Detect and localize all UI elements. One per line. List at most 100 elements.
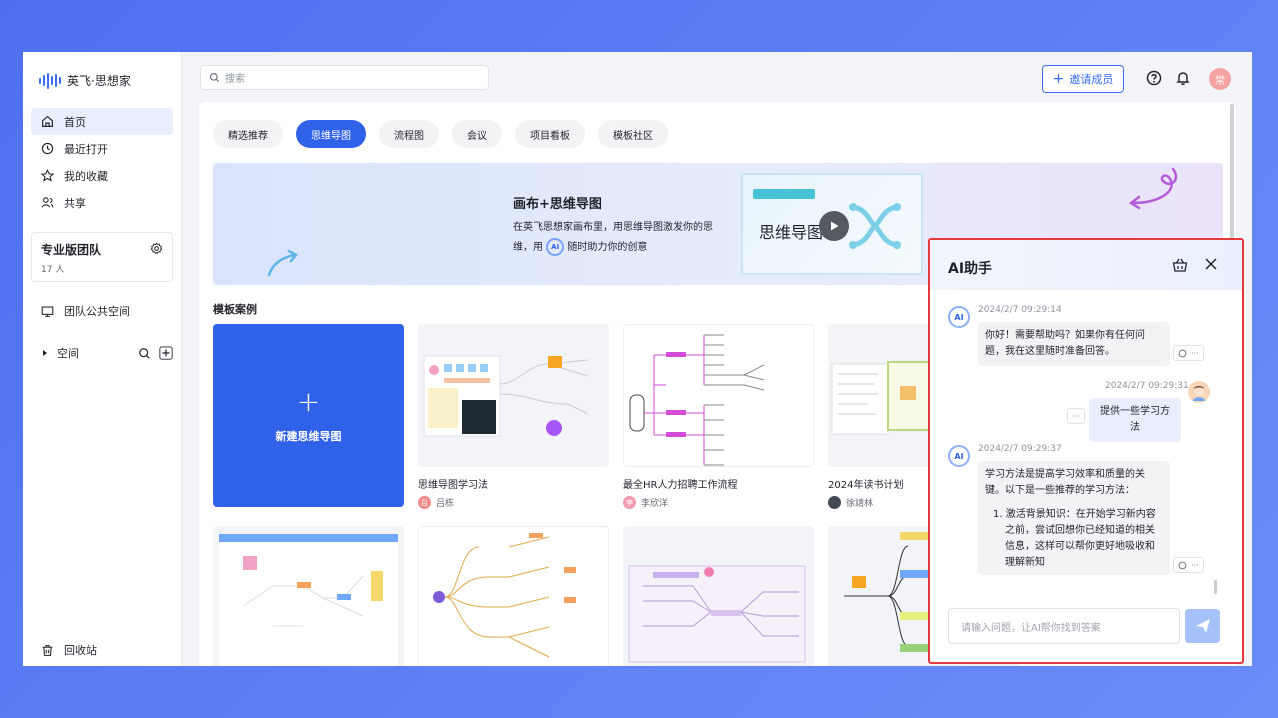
thumbnail-preview xyxy=(628,565,806,663)
template-name: 思维导图学习法 xyxy=(418,480,488,491)
decorative-arrow-icon xyxy=(267,249,298,277)
user-face-icon xyxy=(1193,386,1205,401)
video-tag xyxy=(753,189,815,199)
share-users-icon xyxy=(41,197,54,208)
video-thumbnail[interactable]: 思维导图 xyxy=(741,173,923,275)
sidebar-item-home[interactable]: 首页 xyxy=(31,108,173,135)
author-avatar: 吕 xyxy=(418,496,431,509)
sidebar-item-label: 首页 xyxy=(64,115,86,129)
play-button[interactable] xyxy=(819,211,849,241)
user-avatar[interactable]: 常 xyxy=(1209,68,1231,90)
more-icon[interactable]: ··· xyxy=(1191,349,1199,358)
ai-question-input[interactable]: 请输入问题，让AI帮你找到答案 xyxy=(948,608,1180,644)
ai-assistant-panel: AI助手 AI 2024/2/7 09:29:14 你好！需要帮助吗？如果你有任… xyxy=(928,238,1244,664)
template-card[interactable] xyxy=(623,526,814,666)
message-line: 键。以下是一些推荐的学习方法： xyxy=(985,485,1135,496)
new-mindmap-label: 新建思维导图 xyxy=(275,429,342,443)
space-label[interactable]: 空间 xyxy=(57,345,138,361)
gear-icon[interactable] xyxy=(150,242,163,255)
message-line: 之前，尝试回想你已经知道的相关 xyxy=(1005,525,1155,536)
sidebar-item-shared[interactable]: 共享 xyxy=(31,189,173,216)
chat-scrollbar[interactable] xyxy=(1214,580,1217,594)
send-button[interactable] xyxy=(1185,609,1220,643)
thumbnail-preview xyxy=(433,533,576,658)
template-author: 吕 吕栋 xyxy=(418,496,609,509)
search-icon[interactable] xyxy=(138,347,151,360)
ai-panel-title: AI助手 xyxy=(948,261,993,277)
team-member-count: 17 人 xyxy=(41,265,65,275)
tab-project-board[interactable]: 项目看板 xyxy=(515,120,585,148)
tab-template-community[interactable]: 模板社区 xyxy=(598,120,668,148)
message-line: 题，我在这里随时准备回答。 xyxy=(985,346,1115,357)
section-title: 模板案例 xyxy=(213,303,257,316)
banner-desc-line1: 在英飞思想家画布里，用思维导图激发你的思 xyxy=(513,222,713,233)
tab-featured[interactable]: 精选推荐 xyxy=(213,120,283,148)
banner-desc-line2: 维，用 AI 随时助力你的创意 xyxy=(513,238,723,258)
search-icon xyxy=(209,72,220,83)
add-space-icon[interactable] xyxy=(159,346,173,360)
bell-icon[interactable] xyxy=(1175,70,1191,86)
sidebar-item-favorites[interactable]: 我的收藏 xyxy=(31,162,173,189)
user-message-bubble: 提供一些学习方法 xyxy=(1089,398,1181,442)
sidebar-item-public-space[interactable]: 团队公共空间 xyxy=(41,303,130,319)
template-card[interactable]: 最全HR人力招聘工作流程 李 李欣洋 xyxy=(623,324,814,509)
message-line: 提供一些学习方法 xyxy=(1100,406,1170,433)
more-icon[interactable]: ··· xyxy=(1191,561,1199,570)
video-title: 思维导图 xyxy=(759,223,824,242)
template-author: 李 李欣洋 xyxy=(623,496,814,509)
user-message-more[interactable]: ··· xyxy=(1067,408,1085,424)
basket-icon[interactable] xyxy=(1172,257,1188,273)
message-actions[interactable]: ··· xyxy=(1173,345,1204,361)
author-avatar: 李 xyxy=(623,496,636,509)
category-tabs: 精选推荐 思维导图 流程图 会议 项目看板 模板社区 xyxy=(213,120,668,148)
template-card[interactable] xyxy=(213,526,404,666)
sidebar-item-label: 最近打开 xyxy=(64,142,108,156)
message-line: 理解新知 xyxy=(1005,557,1045,568)
monitor-icon xyxy=(41,306,54,317)
ai-avatar: AI xyxy=(948,445,970,467)
sidebar-item-recent[interactable]: 最近打开 xyxy=(31,135,173,162)
template-card[interactable] xyxy=(418,526,609,666)
sidebar-item-recycle-bin[interactable]: 回收站 xyxy=(41,642,97,658)
input-placeholder: 请输入问题，让AI帮你找到答案 xyxy=(961,622,1101,634)
mindmap-logo-icon xyxy=(849,203,901,249)
author-name: 徐靖林 xyxy=(846,499,874,509)
more-icon[interactable]: ··· xyxy=(1072,412,1080,421)
help-icon[interactable] xyxy=(1146,70,1162,86)
ai-panel-header: AI助手 xyxy=(930,240,1242,290)
thumbnail-preview xyxy=(423,355,589,437)
send-icon xyxy=(1195,619,1210,633)
message-time: 2024/2/7 09:29:31 xyxy=(1105,381,1189,391)
copy-icon[interactable] xyxy=(1178,349,1187,358)
team-name: 专业版团队 xyxy=(41,243,102,257)
ai-message-bubble: 学习方法是提高学习效率和质量的关 键。以下是一些推荐的学习方法： 1. 激活背景… xyxy=(978,461,1170,575)
message-line: 你好！需要帮助吗？如果你有任何问 xyxy=(985,330,1145,341)
brand-name: 英飞·思想家 xyxy=(67,74,131,88)
home-icon xyxy=(42,115,53,127)
thumbnail-preview xyxy=(219,534,398,666)
clock-icon xyxy=(41,142,54,155)
author-name: 李欣洋 xyxy=(641,499,669,509)
tab-meeting[interactable]: 会议 xyxy=(452,120,502,148)
invite-members-button[interactable]: + 邀请成员 xyxy=(1042,65,1124,93)
tab-mindmap[interactable]: 思维导图 xyxy=(296,120,366,148)
copy-icon[interactable] xyxy=(1178,561,1187,570)
play-icon xyxy=(831,221,839,231)
ai-avatar: AI xyxy=(948,306,970,328)
author-name: 吕栋 xyxy=(436,499,455,509)
trash-icon xyxy=(42,644,53,656)
message-actions[interactable]: ··· xyxy=(1173,557,1204,573)
search-placeholder: 搜索 xyxy=(225,74,245,85)
search-input[interactable]: 搜索 xyxy=(200,65,489,90)
team-card[interactable]: 专业版团队 17 人 xyxy=(31,232,173,282)
invite-label: 邀请成员 xyxy=(1069,73,1114,86)
logo[interactable]: 英飞·思想家 xyxy=(39,72,131,89)
message-line: 1. 激活背景知识：在开始学习新内容 xyxy=(993,509,1156,520)
caret-right-icon[interactable] xyxy=(41,349,49,357)
new-mindmap-card[interactable]: + 新建思维导图 xyxy=(213,324,404,507)
sidebar-item-label: 回收站 xyxy=(64,644,97,657)
sidebar-nav: 首页 最近打开 我的收藏 共享 xyxy=(31,108,173,216)
close-icon[interactable] xyxy=(1204,257,1218,271)
tab-flowchart[interactable]: 流程图 xyxy=(379,120,439,148)
template-card[interactable]: 思维导图学习法 吕 吕栋 xyxy=(418,324,609,509)
